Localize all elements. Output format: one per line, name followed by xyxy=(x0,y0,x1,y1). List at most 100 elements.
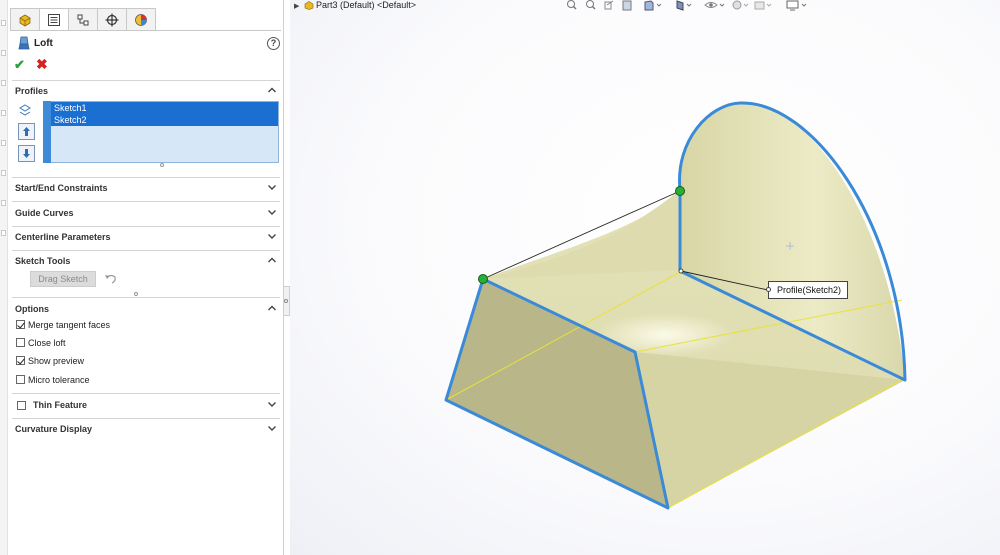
property-manager-icon xyxy=(48,13,60,26)
zoom-to-area-icon[interactable] xyxy=(586,0,596,10)
option-show-preview[interactable]: Show preview xyxy=(16,355,84,367)
tree-expand-icon[interactable]: ▶ xyxy=(294,2,299,10)
profiles-section-header[interactable]: Profiles xyxy=(15,86,279,100)
selection-focus-bar xyxy=(43,101,51,163)
option-label: Close loft xyxy=(28,338,66,348)
close-icon: ✖ xyxy=(36,56,48,72)
tab-dimxpert-manager[interactable] xyxy=(97,8,127,30)
heads-up-view-toolbar[interactable] xyxy=(565,0,815,12)
option-label: Show preview xyxy=(28,356,85,366)
arrow-down-icon xyxy=(23,149,30,158)
manager-tabs xyxy=(10,8,156,30)
guide-curves-header[interactable]: Guide Curves xyxy=(15,208,279,222)
centerline-parameters-heading: Centerline Parameters xyxy=(15,232,111,242)
chevron-down-icon[interactable] xyxy=(267,182,277,192)
view-settings-icon[interactable] xyxy=(786,0,807,11)
start-end-constraints-heading: Start/End Constraints xyxy=(15,183,108,193)
checkbox[interactable] xyxy=(16,338,25,347)
loft-icon xyxy=(18,36,30,50)
centerline-parameters-header[interactable]: Centerline Parameters xyxy=(15,232,279,246)
hide-show-items-icon[interactable] xyxy=(704,2,725,8)
previous-view-icon[interactable] xyxy=(604,0,614,10)
chevron-up-icon[interactable] xyxy=(267,303,277,313)
feature-manager-icon xyxy=(19,14,31,26)
chevron-down-icon[interactable] xyxy=(267,207,277,217)
curvature-display-heading: Curvature Display xyxy=(15,424,93,434)
section-divider xyxy=(12,297,280,298)
profile-item[interactable]: Sketch1 xyxy=(51,102,278,114)
feature-header: Loft ? xyxy=(16,36,280,52)
panel-resize-handle[interactable] xyxy=(134,292,138,296)
thin-feature-header[interactable]: Thin Feature xyxy=(15,400,279,414)
chevron-down-icon[interactable] xyxy=(267,231,277,241)
view-orientation-icon[interactable] xyxy=(644,0,662,11)
thin-feature-heading: Thin Feature xyxy=(33,400,88,410)
section-divider xyxy=(12,250,280,251)
checkbox[interactable] xyxy=(16,375,25,384)
checkbox[interactable] xyxy=(16,356,25,365)
display-manager-icon xyxy=(135,13,147,26)
option-label: Merge tangent faces xyxy=(28,320,111,330)
start-end-constraints-header[interactable]: Start/End Constraints xyxy=(15,183,279,197)
move-down-button[interactable] xyxy=(18,145,35,162)
property-manager-panel: Loft ? ✔ ✖ Profiles Sketch1 Sketch2 Star… xyxy=(8,0,284,555)
graphics-area[interactable] xyxy=(290,0,1000,555)
tab-display-manager[interactable] xyxy=(126,8,156,30)
arrow-up-icon xyxy=(23,127,30,136)
loft-preview-model[interactable] xyxy=(290,0,1000,555)
section-view-icon[interactable] xyxy=(622,0,632,11)
guide-curves-heading: Guide Curves xyxy=(15,208,74,218)
profiles-selection-box[interactable]: Sketch1 Sketch2 xyxy=(43,101,279,163)
profile-item[interactable]: Sketch2 xyxy=(51,114,278,126)
options-heading: Options xyxy=(15,304,49,314)
list-resize-handle[interactable] xyxy=(160,163,164,167)
callout-anchor xyxy=(678,268,684,274)
apply-scene-icon[interactable] xyxy=(754,1,772,10)
tab-feature-manager[interactable] xyxy=(10,8,40,30)
sketch-tools-header[interactable]: Sketch Tools xyxy=(15,256,279,270)
drag-sketch-button[interactable]: Drag Sketch xyxy=(30,271,96,287)
chevron-down-icon[interactable] xyxy=(267,399,277,409)
section-divider xyxy=(12,80,280,81)
sketch-tools-heading: Sketch Tools xyxy=(15,256,71,266)
ok-button[interactable]: ✔ xyxy=(14,57,25,73)
chevron-up-icon[interactable] xyxy=(267,255,277,265)
help-icon[interactable]: ? xyxy=(267,37,280,50)
dimxpert-icon xyxy=(105,13,119,26)
profile-callout[interactable]: Profile(Sketch2) xyxy=(766,281,849,299)
section-divider xyxy=(12,226,280,227)
move-up-button[interactable] xyxy=(18,123,35,140)
curvature-display-header[interactable]: Curvature Display xyxy=(15,424,279,438)
callout-dot xyxy=(766,287,771,292)
options-header[interactable]: Options xyxy=(15,304,279,318)
tab-divider xyxy=(10,30,281,31)
zoom-to-fit-icon[interactable] xyxy=(567,0,577,10)
undo-drag-icon[interactable] xyxy=(104,273,118,285)
feature-title: Loft xyxy=(34,38,53,49)
section-divider xyxy=(12,393,280,394)
configuration-manager-icon xyxy=(77,14,89,25)
checkmark-icon: ✔ xyxy=(14,57,25,72)
display-style-icon[interactable] xyxy=(676,0,692,11)
chevron-down-icon[interactable] xyxy=(267,423,277,433)
connector-handle[interactable] xyxy=(478,274,488,284)
option-merge-tangent-faces[interactable]: Merge tangent faces xyxy=(16,319,110,331)
connector-handle[interactable] xyxy=(675,186,685,196)
callout-label: Profile(Sketch2) xyxy=(777,285,842,295)
profiles-heading: Profiles xyxy=(15,86,49,96)
feature-tree-node[interactable]: Part3 (Default) <Default> xyxy=(316,0,416,10)
tab-configuration-manager[interactable] xyxy=(68,8,98,30)
chevron-up-icon[interactable] xyxy=(267,85,277,95)
loft-profile-icon xyxy=(19,104,31,116)
checkbox[interactable] xyxy=(16,320,25,329)
option-micro-tolerance[interactable]: Micro tolerance xyxy=(16,374,90,386)
edit-appearance-icon[interactable] xyxy=(732,0,749,10)
section-divider xyxy=(12,201,280,202)
option-close-loft[interactable]: Close loft xyxy=(16,337,66,349)
option-label: Micro tolerance xyxy=(28,375,90,385)
thin-feature-checkbox[interactable] xyxy=(17,401,26,410)
section-divider xyxy=(12,418,280,419)
left-edge-strip xyxy=(0,0,8,555)
tab-property-manager[interactable] xyxy=(39,8,69,30)
cancel-button[interactable]: ✖ xyxy=(36,56,48,73)
